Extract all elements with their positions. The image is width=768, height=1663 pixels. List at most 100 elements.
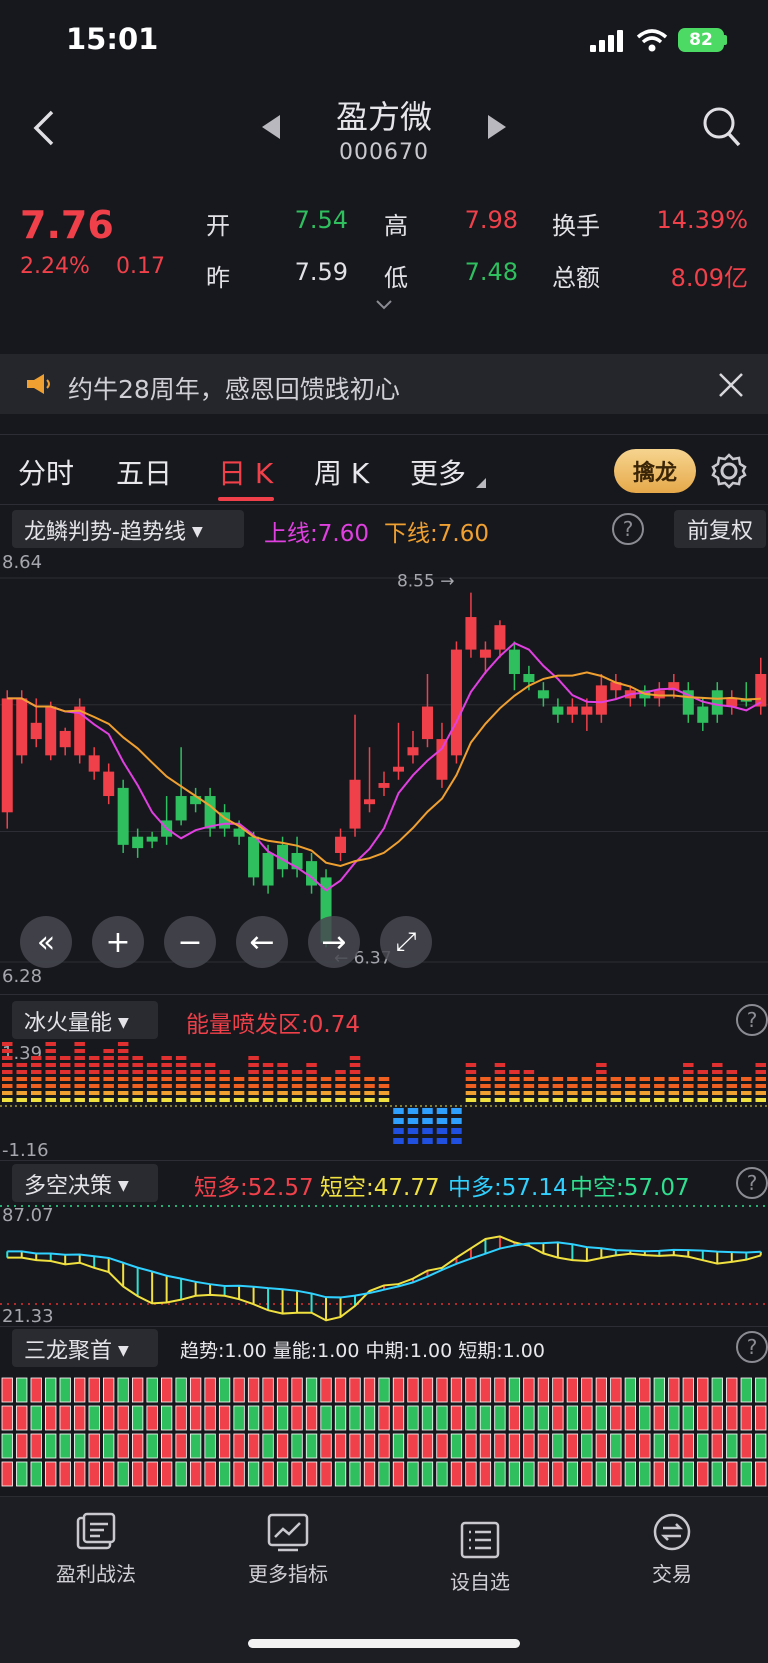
energy-bar [581,1084,593,1088]
energy-bar [480,1084,491,1088]
energy-bar [480,1091,491,1095]
energy-bar [30,1077,42,1081]
close-icon[interactable] [718,372,744,398]
duokong-indicator-dropdown[interactable]: 多空决策 ▼ [12,1164,158,1202]
sanlong-help-icon[interactable]: ? [736,1331,768,1363]
energy-bar [407,1128,419,1134]
sanlong-cell [407,1405,419,1431]
energy-bar [45,1091,56,1095]
energy-bar [349,1056,361,1060]
sanlong-cell [436,1377,448,1403]
energy-bar [436,1138,448,1144]
energy-bar [683,1084,694,1088]
sanlong-cell [523,1433,535,1459]
energy-indicator-dropdown[interactable]: 冰火量能 ▼ [12,1001,158,1039]
expand-chevron-icon[interactable] [376,300,392,310]
energy-help-icon[interactable]: ? [736,1004,768,1036]
fuquan-button[interactable]: 前复权 [674,510,766,548]
sanlong-cell [45,1377,57,1403]
qinlong-button[interactable]: 擒龙 [614,449,696,493]
energy-indicator-label: 冰火量能 [24,1011,113,1036]
energy-bar [755,1091,766,1095]
energy-bar [262,1084,274,1088]
energy-bar [74,1091,85,1095]
sanlong-cell [508,1405,521,1431]
energy-bar [697,1077,709,1081]
energy-bar [2,1084,13,1088]
candle-body [262,852,274,886]
sanlong-cell [132,1461,144,1487]
energy-bar [146,1070,158,1074]
candle-body [508,649,520,674]
sanlong-cell [668,1377,680,1403]
sanlong-cell [146,1433,158,1459]
candle-body [523,674,535,683]
sanlong-cell [407,1377,419,1403]
sanlong-cell [59,1377,71,1403]
sanlong-cell [103,1377,115,1403]
energy-bar [2,1070,13,1074]
sanlong-cell [392,1405,405,1431]
main-indicator-dropdown[interactable]: 龙鳞判势-趋势线 ▼ [12,510,244,548]
sanlong-cell [247,1377,260,1403]
sanlong-cell [160,1405,173,1431]
energy-bar [306,1070,317,1074]
nav-strategy[interactable]: 盈利战法 [0,1512,192,1587]
candle-body [465,617,477,650]
energy-bar [59,1084,71,1088]
candle-body [190,796,202,805]
tab-more[interactable]: 更多 [410,452,466,492]
energy-bar [74,1084,85,1088]
sanlong-cell [175,1377,187,1403]
tab-five-day[interactable]: 五日 [116,452,172,492]
sanlong-indicator-dropdown[interactable]: 三龙聚首 ▼ [12,1329,158,1367]
main-help-icon[interactable]: ? [612,513,644,545]
nav-more-indicators[interactable]: 更多指标 [192,1512,384,1587]
energy-bar [349,1084,361,1088]
energy-bar [407,1108,419,1114]
fullscreen-button[interactable]: ⤢ [380,916,432,968]
energy-bar [306,1063,317,1067]
sanlong-cell [610,1405,622,1431]
tab-daily-k[interactable]: 日 K [218,452,273,492]
energy-bar [712,1091,723,1095]
search-icon[interactable] [702,106,742,148]
sanlong-cell [189,1433,202,1459]
tab-weekly-k[interactable]: 周 K [314,452,369,492]
sanlong-cell [552,1405,564,1431]
energy-bar [2,1063,13,1067]
energy-bar [422,1108,433,1114]
candle-body [595,685,607,715]
energy-bar [668,1091,680,1095]
energy-bar [45,1077,56,1081]
energy-bar [117,1084,129,1088]
zoom-out-button[interactable]: − [164,916,216,968]
energy-bar [538,1098,549,1102]
scroll-left-button[interactable]: ← [236,916,288,968]
energy-bar [509,1091,520,1095]
energy-bar [625,1098,636,1102]
nav-strategy-label: 盈利战法 [56,1562,136,1586]
tab-intraday[interactable]: 分时 [18,452,74,492]
nav-watchlist[interactable]: 设自选 [384,1520,576,1595]
settings-gear-icon[interactable] [710,452,748,490]
nav-trade[interactable]: 交易 [576,1512,768,1587]
sanlong-cell [755,1405,767,1431]
candle-body [117,787,129,845]
sanlong-cell [740,1461,752,1487]
energy-bar [436,1108,448,1114]
scroll-start-button[interactable]: « [20,916,72,968]
energy-bar [103,1056,114,1060]
zoom-in-button[interactable]: + [92,916,144,968]
candle-body [146,836,158,842]
energy-bar [306,1091,317,1095]
sanlong-cell [175,1433,187,1459]
energy-bar [161,1098,172,1102]
duokong-help-icon[interactable]: ? [736,1167,768,1199]
energy-bar [755,1077,766,1081]
sanlong-cell [233,1405,245,1431]
energy-bar [538,1077,549,1081]
candle-body [1,698,13,813]
scroll-right-button[interactable]: → [308,916,360,968]
next-stock-icon[interactable] [486,114,508,140]
